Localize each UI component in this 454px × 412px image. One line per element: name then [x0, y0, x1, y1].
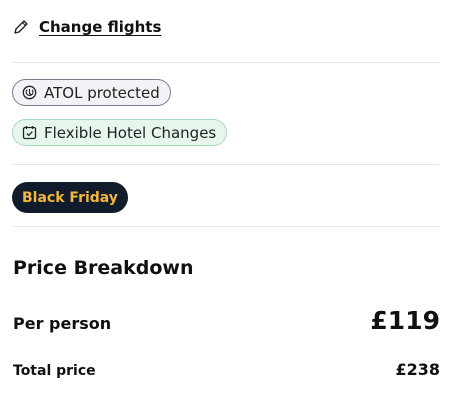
change-flights-link[interactable]: Change flights: [13, 18, 161, 36]
atol-shield-icon: [22, 85, 37, 100]
total-price-value: £238: [395, 360, 440, 379]
total-price-label: Total price: [13, 363, 96, 379]
price-breakdown-title: Price Breakdown: [13, 257, 194, 279]
atol-protected-badge: ATOL protected: [12, 79, 171, 106]
divider: [13, 62, 439, 63]
per-person-price: £119: [370, 306, 440, 335]
change-flights-label[interactable]: Change flights: [39, 18, 161, 36]
divider: [13, 164, 439, 165]
per-person-label: Per person: [13, 314, 112, 333]
flexible-hotel-changes-badge: Flexible Hotel Changes: [12, 119, 228, 146]
calendar-check-icon: [22, 125, 37, 140]
atol-protected-label: ATOL protected: [44, 83, 160, 102]
per-person-row: Per person £119: [13, 306, 440, 335]
total-price-row: Total price £238: [13, 360, 440, 379]
black-friday-badge: Black Friday: [12, 182, 128, 213]
black-friday-label: Black Friday: [22, 189, 118, 206]
flexible-hotel-changes-label: Flexible Hotel Changes: [44, 123, 217, 142]
pencil-icon: [13, 19, 29, 35]
divider: [13, 226, 439, 227]
